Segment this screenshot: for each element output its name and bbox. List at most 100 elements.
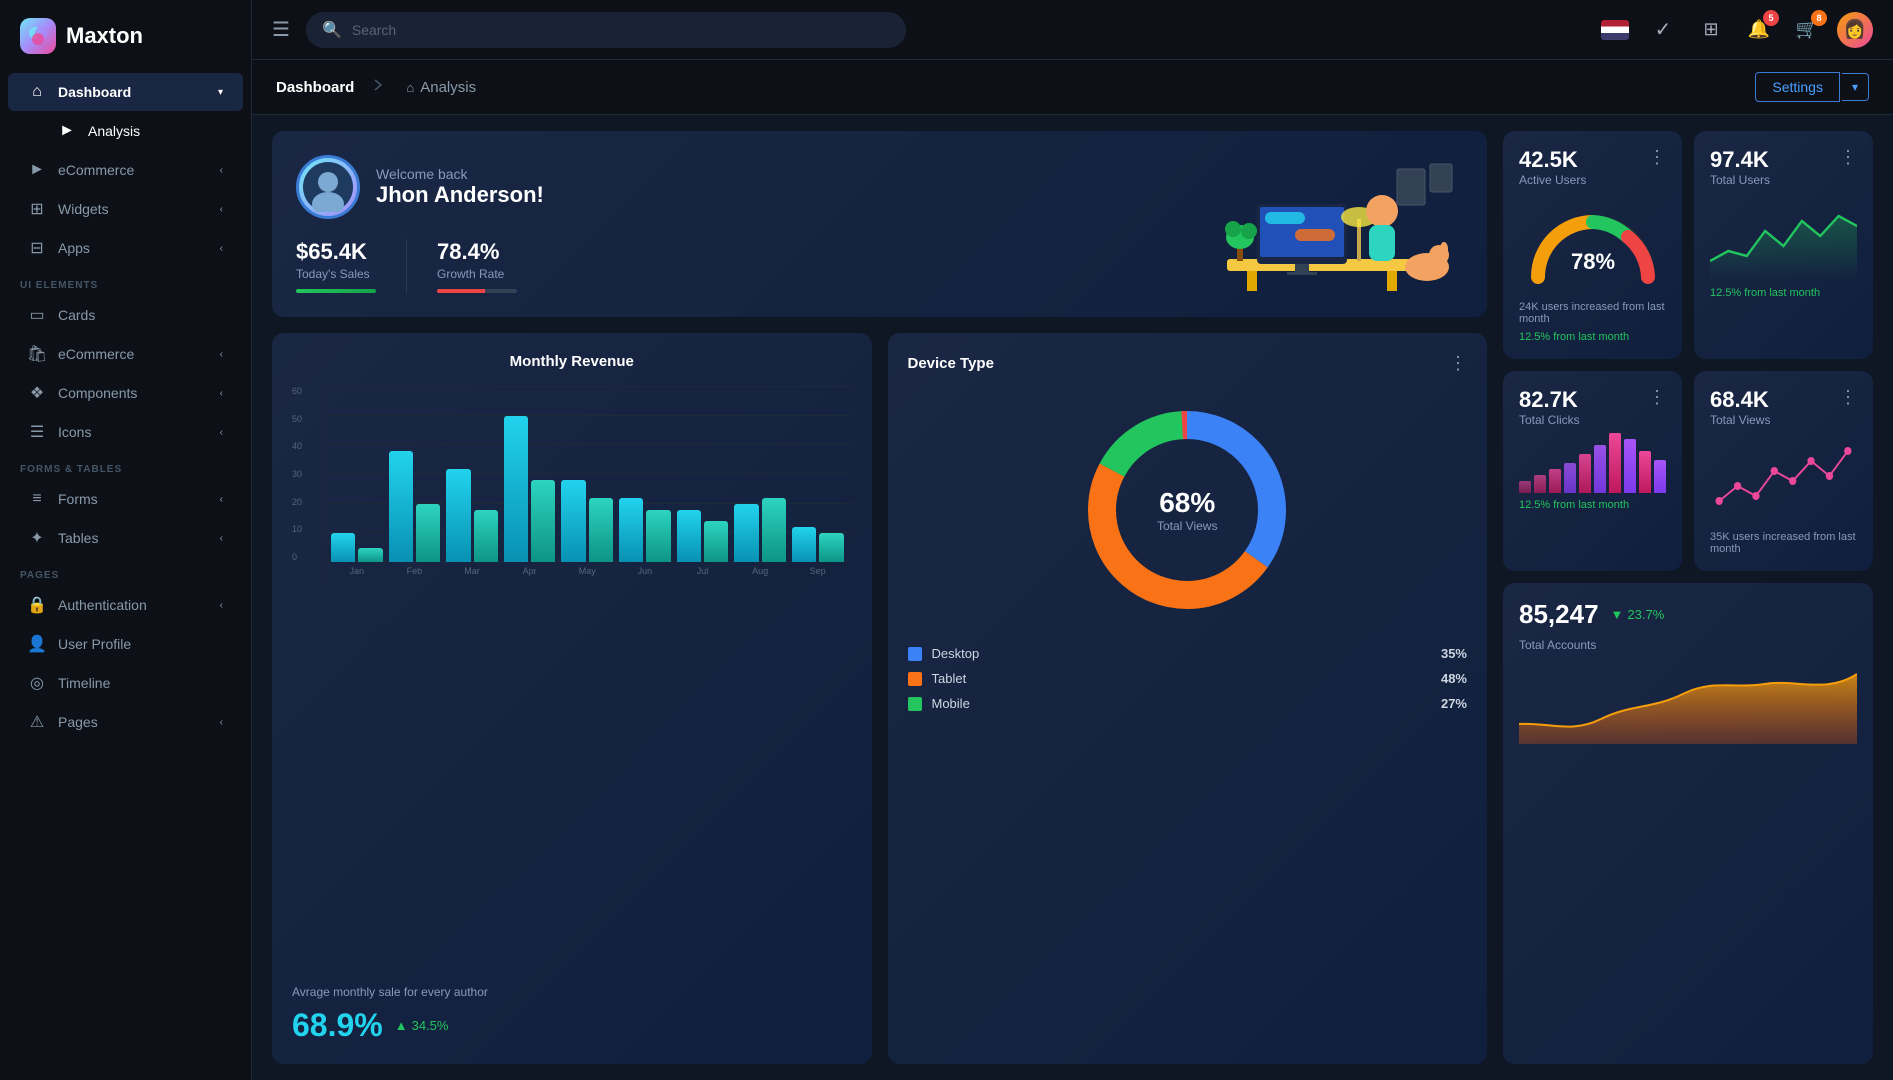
logo[interactable]: Maxton: [0, 0, 251, 72]
components-icon: ❖: [28, 384, 46, 402]
left-column: Welcome back Jhon Anderson! $65.4K Today…: [272, 131, 1487, 1064]
breadcrumb-analysis[interactable]: ⌂ Analysis: [406, 79, 476, 96]
home-small-icon: ⌂: [406, 80, 414, 95]
active-users-more-button[interactable]: ⋮: [1648, 147, 1666, 168]
accounts-change-val: 23.7%: [1627, 607, 1664, 622]
chart-area: 60 50 40 30 20 10 0: [292, 386, 852, 973]
sidebar-item-icons[interactable]: ☰ Icons ‹: [8, 413, 243, 451]
sidebar-item-cards[interactable]: ▭ Cards: [8, 296, 243, 334]
sidebar-item-authentication[interactable]: 🔒 Authentication ‹: [8, 586, 243, 624]
user-icon: 👤: [28, 635, 46, 653]
bar-mar-2: [474, 510, 498, 562]
mid-stat-row: 82.7K Total Clicks ⋮: [1503, 371, 1873, 571]
x-label-sep: Sep: [792, 566, 844, 586]
top-stat-row: 42.5K Active Users ⋮: [1503, 131, 1873, 359]
bar-apr-1: [504, 416, 528, 562]
sidebar-item-dashboard[interactable]: ⌂ Dashboard ▾: [8, 73, 243, 111]
bar-group-jan: [331, 533, 383, 562]
sidebar-item-pages[interactable]: ⚠ Pages ‹: [8, 703, 243, 741]
accounts-label: Total Accounts: [1519, 638, 1857, 652]
sidebar-item-timeline[interactable]: ◎ Timeline: [8, 664, 243, 702]
breadcrumb-separator: [370, 77, 386, 98]
total-users-chart: [1710, 201, 1857, 281]
total-clicks-chart: [1519, 433, 1666, 493]
chevron-left-icon-4: ‹: [220, 349, 223, 360]
widgets-icon: ⊞: [28, 200, 46, 218]
breadcrumb-dashboard[interactable]: Dashboard: [276, 79, 354, 96]
y-label-60: 60: [292, 386, 302, 396]
accounts-count: 85,247: [1519, 599, 1599, 630]
x-axis-labels: Jan Feb Mar Apr May Jun Jul Aug Sep: [323, 562, 852, 586]
sidebar-item-ecommerce-ui[interactable]: 🛍 eCommerce ‹: [8, 335, 243, 373]
bar-group-jul: [677, 510, 729, 562]
arrow-up-icon: ▲: [395, 1018, 408, 1033]
header-right: ✓ ⊞ 🔔 5 🛒 8 👩: [1597, 12, 1873, 48]
grid-button[interactable]: ⊞: [1693, 12, 1729, 48]
legend-mobile-left: Mobile: [908, 696, 970, 711]
sidebar-item-tables[interactable]: ✦ Tables ‹: [8, 519, 243, 557]
timeline-icon: ◎: [28, 674, 46, 692]
cards-icon: ▭: [28, 306, 46, 324]
total-users-info: 97.4K Total Users: [1710, 147, 1770, 187]
sidebar-item-analysis[interactable]: ► Analysis: [8, 112, 243, 150]
growth-value: 78.4%: [437, 239, 517, 265]
sidebar-item-user-profile[interactable]: 👤 User Profile: [8, 625, 243, 663]
search-bar[interactable]: 🔍: [306, 12, 906, 48]
total-users-more-button[interactable]: ⋮: [1839, 147, 1857, 168]
total-views-info: 68.4K Total Views: [1710, 387, 1770, 427]
lock-icon: 🔒: [28, 596, 46, 614]
cart-button[interactable]: 🛒 8: [1789, 12, 1825, 48]
welcome-illustration: [1187, 131, 1467, 317]
total-views-more-button[interactable]: ⋮: [1839, 387, 1857, 408]
active-users-count: 42.5K: [1519, 147, 1586, 173]
sidebar-item-ecommerce[interactable]: ► eCommerce ‹: [8, 151, 243, 189]
notification-button[interactable]: 🔔 5: [1741, 12, 1777, 48]
tablet-pct: 48%: [1441, 671, 1467, 686]
settings-arrow-button[interactable]: ▾: [1842, 73, 1869, 101]
mobile-dot: [908, 697, 922, 711]
user-avatar[interactable]: 👩: [1837, 12, 1873, 48]
sidebar-item-forms[interactable]: ≡ Forms ‹: [8, 480, 243, 518]
y-label-10: 10: [292, 524, 302, 534]
sidebar-item-apps[interactable]: ⊟ Apps ‹: [8, 229, 243, 267]
svg-text:78%: 78%: [1570, 249, 1614, 274]
sidebar-label-ecommerce: eCommerce: [58, 162, 134, 178]
checkmark-button[interactable]: ✓: [1645, 12, 1681, 48]
sales-bar: [296, 289, 376, 293]
breadcrumb: Dashboard ⌂ Analysis Settings ▾: [252, 60, 1893, 115]
flag-button[interactable]: [1597, 12, 1633, 48]
welcome-card: Welcome back Jhon Anderson! $65.4K Today…: [272, 131, 1487, 317]
bar-jul-2: [704, 521, 728, 562]
chart-footer-text: Avrage monthly sale for every author: [292, 985, 852, 999]
x-label-jul: Jul: [677, 566, 729, 586]
monthly-revenue-title: Monthly Revenue: [292, 353, 852, 370]
total-users-header: 97.4K Total Users ⋮: [1710, 147, 1857, 187]
desktop-label: Desktop: [932, 646, 980, 661]
x-label-aug: Aug: [734, 566, 786, 586]
gauge-chart: 78%: [1519, 197, 1666, 287]
arrow-right-icon-2: ►: [28, 161, 46, 179]
sidebar-item-widgets[interactable]: ⊞ Widgets ‹: [8, 190, 243, 228]
x-label-jun: Jun: [619, 566, 671, 586]
bar-jun-1: [619, 498, 643, 562]
bar-mar-1: [446, 469, 470, 562]
search-input[interactable]: [352, 22, 890, 38]
user-name: Jhon Anderson!: [376, 182, 544, 208]
bar-sep-1: [792, 527, 816, 562]
chevron-left-icon-5: ‹: [220, 388, 223, 399]
hamburger-button[interactable]: ☰: [272, 17, 290, 42]
sidebar-label-tables: Tables: [58, 530, 98, 546]
click-bar-9: [1639, 451, 1651, 493]
total-users-change: 12.5% from last month: [1710, 287, 1857, 299]
sidebar-item-components[interactable]: ❖ Components ‹: [8, 374, 243, 412]
growth-bar: [437, 289, 517, 293]
change-label: from last month: [1553, 331, 1629, 343]
bar-group-jun: [619, 498, 671, 562]
device-type-card: Device Type ⋮: [888, 333, 1488, 1064]
sidebar-label-cards: Cards: [58, 307, 95, 323]
tablet-dot: [908, 672, 922, 686]
total-clicks-more-button[interactable]: ⋮: [1648, 387, 1666, 408]
settings-button[interactable]: Settings: [1755, 72, 1840, 102]
active-users-label: Active Users: [1519, 173, 1586, 187]
device-more-button[interactable]: ⋮: [1449, 353, 1467, 374]
